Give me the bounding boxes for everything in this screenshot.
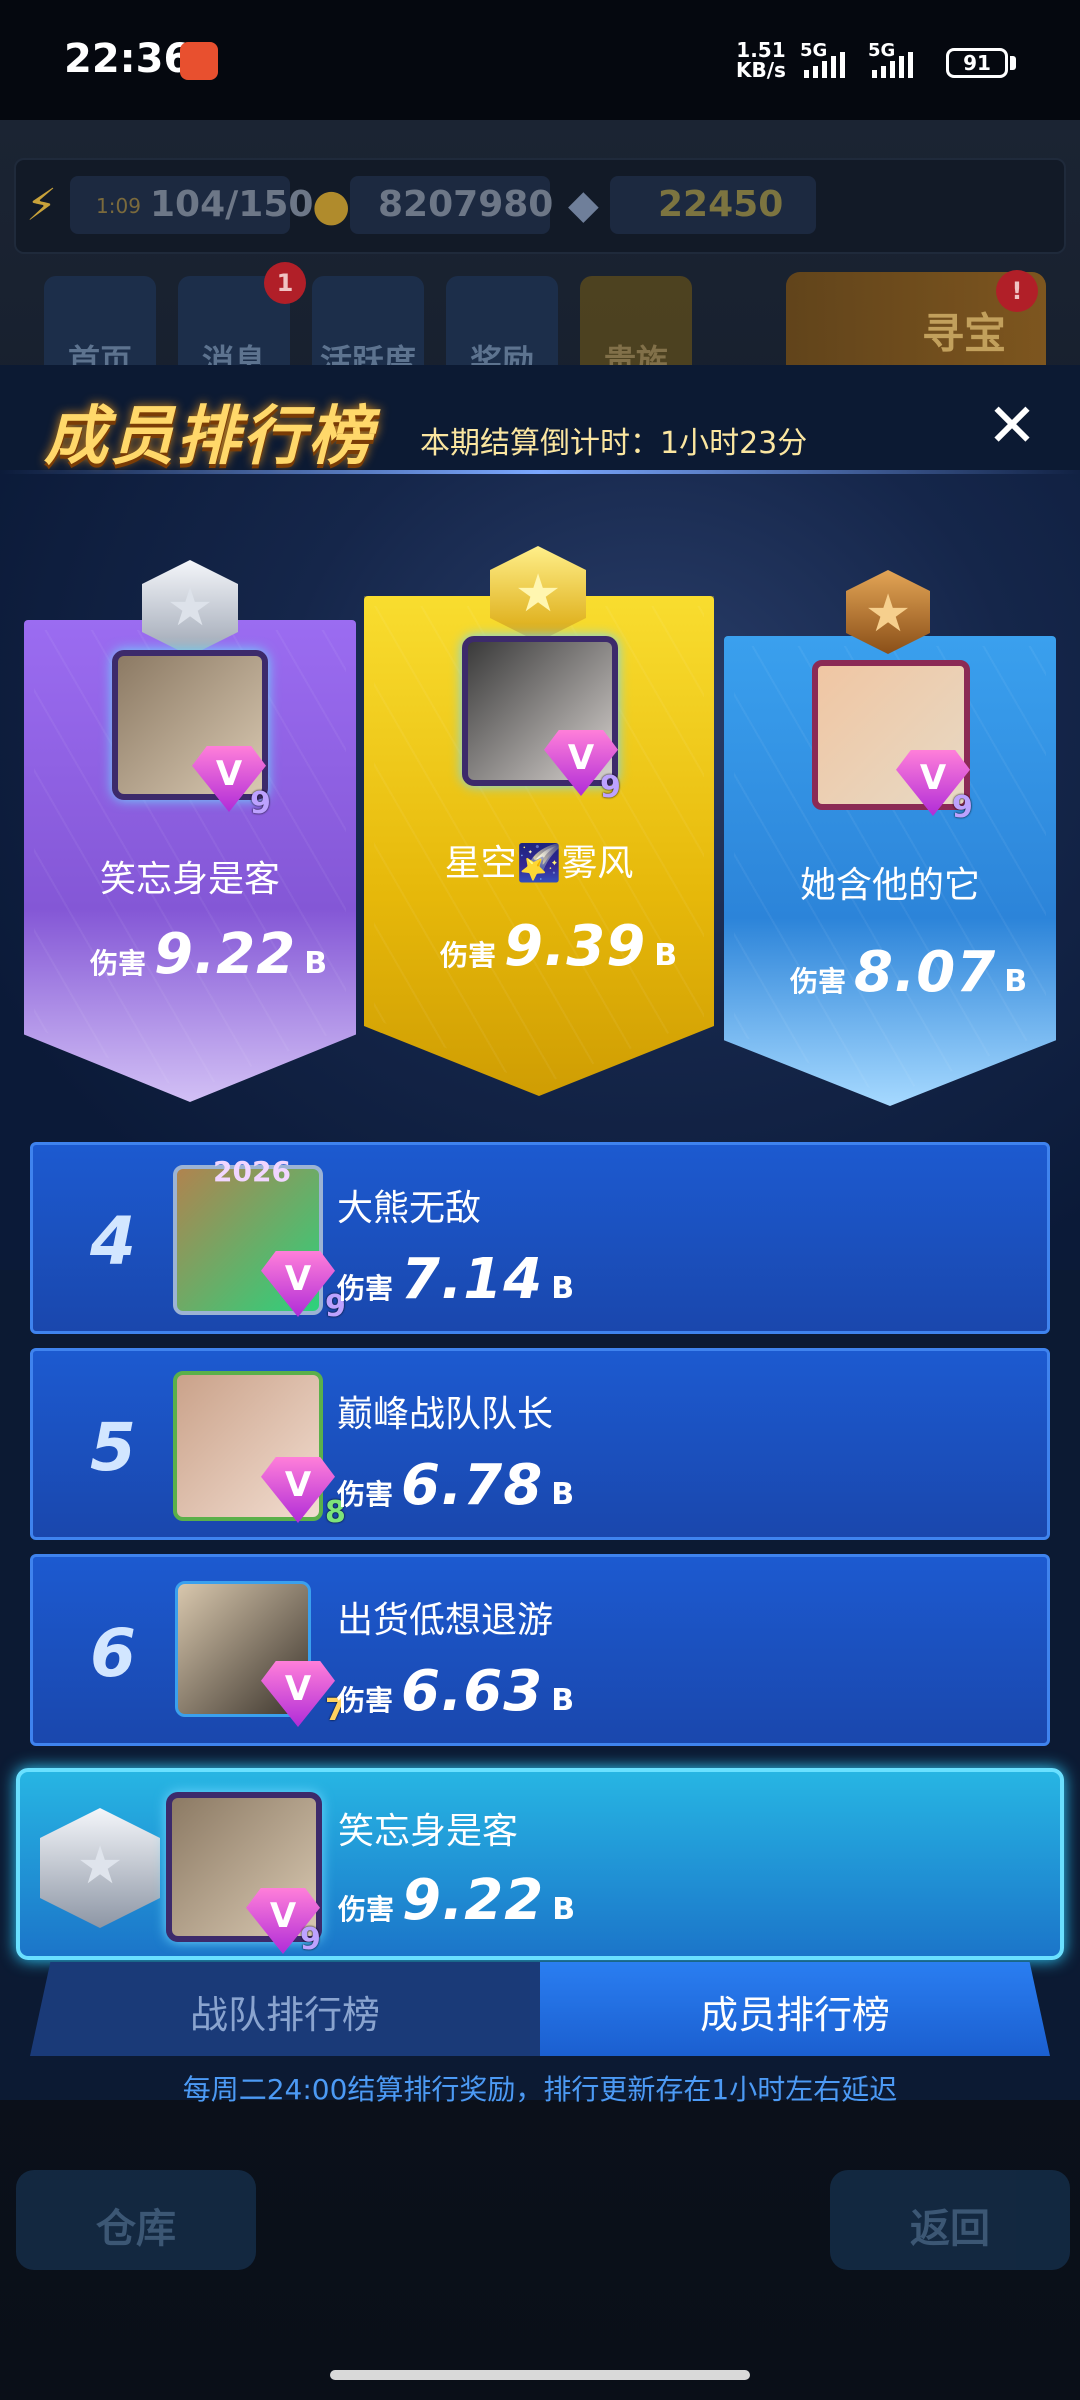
home-indicator[interactable]: [330, 2370, 750, 2380]
row-damage: 伤害 7.14 B: [337, 1247, 574, 1312]
damage-label: 伤害: [338, 1893, 395, 1926]
panel-title: 成员排行榜: [44, 400, 374, 474]
network-speed-value: 1.51: [736, 38, 786, 62]
row-damage: 伤害 6.78 B: [337, 1453, 574, 1518]
row-name: 大熊无敌: [337, 1188, 482, 1229]
gem-value: 22450: [658, 184, 784, 225]
energy-timer: 1:09: [96, 194, 141, 218]
damage-unit: B: [551, 1477, 575, 1512]
energy-value: 104/150: [150, 184, 314, 225]
tab-team-ranking[interactable]: 战队排行榜: [30, 1962, 540, 2056]
rank-level: 9: [250, 786, 271, 821]
signal-bars-icon: [804, 52, 845, 78]
network-speed-unit: KB/s: [736, 58, 786, 82]
rank-emblem-icon: V: [261, 1661, 335, 1727]
damage-value: 7.14: [401, 1247, 544, 1312]
signal-bars-icon: [872, 52, 913, 78]
row-rank: 5: [90, 1409, 136, 1486]
damage-unit: B: [552, 1892, 576, 1927]
damage-label: 伤害: [790, 965, 847, 998]
row-damage: 伤害 6.63 B: [337, 1659, 574, 1724]
damage-value: 9.39: [504, 914, 647, 979]
damage-value: 6.78: [401, 1453, 544, 1518]
silver-medal-icon: ★: [40, 1808, 160, 1928]
warehouse-label: 仓库: [96, 2206, 176, 2252]
tab-team-label: 战队排行榜: [189, 1993, 380, 2037]
settlement-countdown: 本期结算倒计时：1小时23分: [420, 426, 808, 461]
settlement-note: 每周二24:00结算排行奖励，排行更新存在1小时左右延迟: [182, 2073, 898, 2106]
podium-damage: 伤害 8.07 B: [790, 940, 1027, 1005]
damage-value: 6.63: [401, 1659, 544, 1724]
title-divider: [0, 470, 1080, 474]
back-button[interactable]: 返回: [830, 2170, 1070, 2270]
tab-member-label: 成员排行榜: [699, 1993, 890, 2037]
coin-icon: ●: [312, 180, 351, 231]
rank-level: 9: [952, 790, 973, 825]
podium-damage: 伤害 9.22 B: [90, 922, 327, 987]
damage-unit: B: [304, 946, 328, 981]
rank-level: 9: [600, 770, 621, 805]
treasure-label: 寻宝: [921, 309, 1006, 358]
damage-label: 伤害: [337, 1478, 394, 1511]
damage-unit: B: [654, 938, 678, 973]
row-rank: 4: [90, 1203, 136, 1280]
warehouse-button[interactable]: 仓库: [16, 2170, 256, 2270]
damage-value: 9.22: [402, 1868, 545, 1933]
tab-member-ranking[interactable]: 成员排行榜: [540, 1962, 1050, 2056]
gem-icon: ◆: [568, 182, 599, 228]
self-name: 笑忘身是客: [338, 1811, 519, 1852]
podium-damage: 伤害 9.39 B: [440, 914, 677, 979]
network-speed: 1.51 KB/s: [736, 40, 786, 80]
ranking-row[interactable]: 4 2026 V 9 大熊无敌 伤害 7.14 B: [30, 1142, 1050, 1334]
back-label: 返回: [910, 2206, 990, 2252]
self-damage: 伤害 9.22 B: [338, 1868, 575, 1933]
my-ranking-row[interactable]: ★ V 9 笑忘身是客 伤害 9.22 B: [16, 1768, 1064, 1960]
coin-value: 8207980: [378, 184, 554, 225]
ranking-row[interactable]: 6 V 7 出货低想退游 伤害 6.63 B: [30, 1554, 1050, 1746]
damage-label: 伤害: [90, 947, 147, 980]
close-button[interactable]: ✕: [984, 396, 1040, 456]
battery-cap: [1010, 56, 1016, 70]
frame-year-tag: 2026: [213, 1155, 291, 1188]
damage-unit: B: [551, 1683, 575, 1718]
row-rank: 6: [90, 1615, 136, 1692]
damage-label: 伤害: [337, 1684, 394, 1717]
message-badge: 1: [264, 262, 306, 304]
podium-name: 笑忘身是客: [99, 859, 280, 900]
damage-value: 8.07: [854, 940, 997, 1005]
status-bar: 22:36 1.51 KB/s 5G 5G 91: [0, 0, 1080, 120]
clock: 22:36: [64, 36, 192, 82]
damage-unit: B: [1004, 964, 1028, 999]
damage-value: 9.22: [154, 922, 297, 987]
damage-label: 伤害: [440, 939, 497, 972]
treasure-badge: !: [996, 270, 1038, 312]
damage-unit: B: [551, 1271, 575, 1306]
podium-name: 星空🌠雾风: [444, 843, 634, 884]
rank-level: 9: [300, 1922, 321, 1957]
damage-label: 伤害: [337, 1272, 394, 1305]
ranking-row[interactable]: 5 V 8 巅峰战队队长 伤害 6.78 B: [30, 1348, 1050, 1540]
podium-name: 她含他的它: [799, 865, 980, 906]
row-name: 出货低想退游: [337, 1600, 554, 1641]
battery-icon: 91: [946, 48, 1008, 78]
row-name: 巅峰战队队长: [337, 1394, 554, 1435]
app-notification-icon: [180, 42, 218, 80]
energy-icon: ⚡: [26, 180, 57, 231]
